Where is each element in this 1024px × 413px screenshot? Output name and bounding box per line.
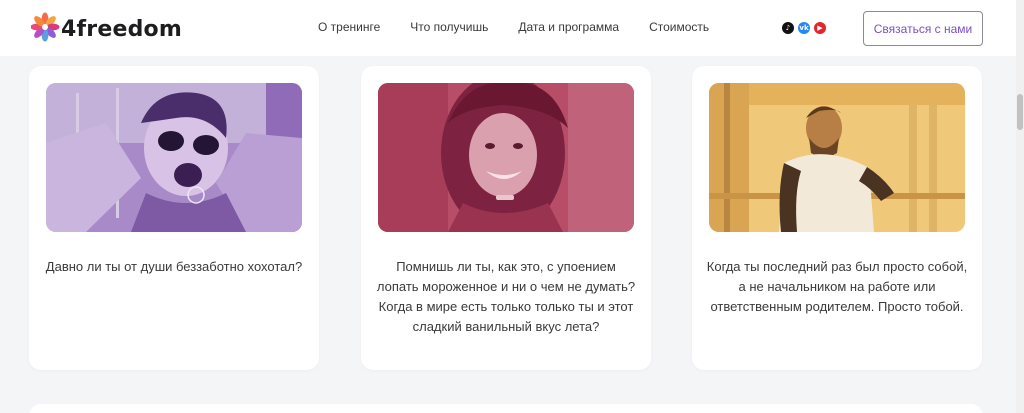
site-header: 4freedom О тренинге Что получишь Дата и …	[0, 0, 1016, 56]
nav-item-price[interactable]: Стоимость	[649, 20, 709, 34]
laughing-woman-photo	[46, 83, 302, 232]
logo[interactable]: 4freedom	[31, 11, 182, 47]
card-text: Давно ли ты от души беззаботно хохотал?	[45, 259, 303, 274]
smiling-man-photo	[709, 83, 965, 232]
next-section-panel	[29, 404, 983, 413]
contact-button[interactable]: Связаться с нами	[863, 11, 983, 46]
scrollbar-thumb[interactable]	[1017, 94, 1023, 130]
feature-card: Помнишь ли ты, как это, с упоением лопат…	[361, 66, 651, 370]
social-links: ♪ vk ▶	[782, 22, 826, 34]
vk-icon[interactable]: vk	[798, 22, 810, 34]
feature-card: Когда ты последний раз был просто собой,…	[692, 66, 982, 370]
nav-item-benefits[interactable]: Что получишь	[410, 20, 488, 34]
smiling-woman-photo	[378, 83, 634, 232]
page-scrollbar[interactable]	[1016, 0, 1024, 413]
logo-text: 4freedom	[61, 16, 182, 42]
tiktok-icon[interactable]: ♪	[782, 22, 794, 34]
card-text: Помнишь ли ты, как это, с упоением лопат…	[376, 259, 636, 334]
card-text: Когда ты последний раз был просто собой,…	[706, 259, 968, 314]
nav-item-about[interactable]: О тренинге	[318, 20, 380, 34]
nav-item-schedule[interactable]: Дата и программа	[518, 20, 619, 34]
main-nav: О тренинге Что получишь Дата и программа…	[318, 20, 739, 34]
feature-card: Давно ли ты от души беззаботно хохотал?	[29, 66, 319, 370]
flower-logo-icon	[31, 12, 60, 42]
youtube-icon[interactable]: ▶	[814, 22, 826, 34]
